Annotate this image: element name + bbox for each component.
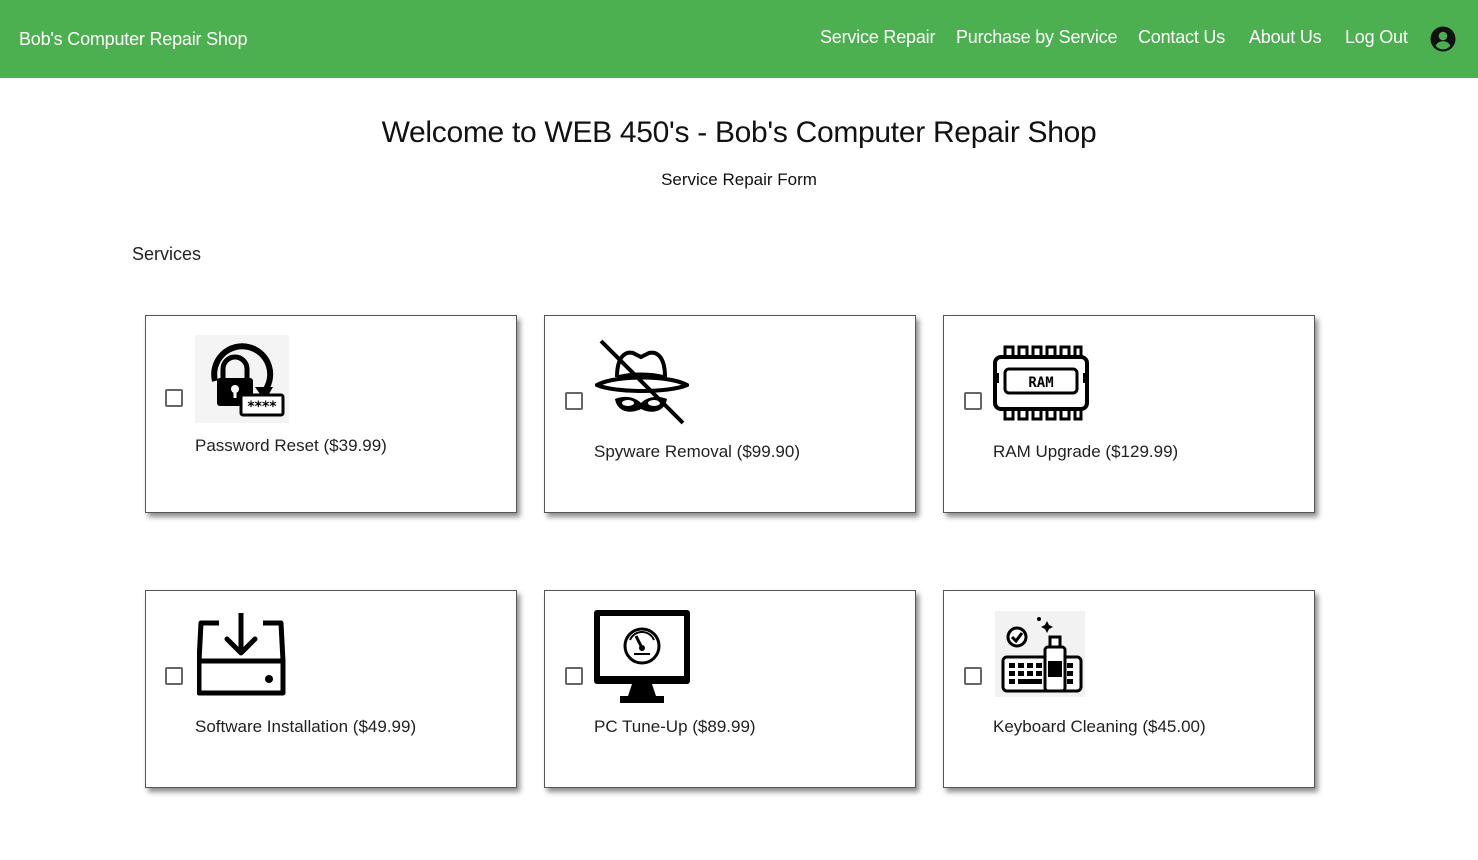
service-card-ram-upgrade: RAM RAM Upgrade ($129.99) [943, 315, 1315, 513]
top-navbar: Bob's Computer Repair Shop Service Repai… [0, 0, 1478, 78]
password-reset-label[interactable]: Password Reset ($39.99) [195, 436, 387, 456]
software-installation-checkbox[interactable] [165, 667, 183, 685]
password-reset-icon: **** [195, 335, 289, 428]
ram-upgrade-checkbox[interactable] [964, 392, 982, 410]
software-installation-label[interactable]: Software Installation ($49.99) [195, 717, 416, 737]
ram-icon-text: RAM [1028, 375, 1053, 391]
keyboard-cleaning-label[interactable]: Keyboard Cleaning ($45.00) [993, 717, 1206, 737]
account-circle-icon[interactable] [1430, 26, 1456, 52]
password-reset-checkbox[interactable] [165, 389, 183, 407]
nav-purchase-by-service[interactable]: Purchase by Service [956, 27, 1117, 48]
service-card-keyboard-cleaning: Keyboard Cleaning ($45.00) [943, 590, 1315, 788]
services-label: Services [132, 244, 202, 264]
spyware-removal-icon [592, 337, 692, 432]
ram-icon: RAM [993, 343, 1089, 428]
keyboard-cleaning-icon [995, 611, 1085, 702]
nav-contact-us[interactable]: Contact Us [1138, 27, 1225, 48]
service-card-pc-tune-up: PC Tune-Up ($89.99) [544, 590, 916, 788]
pc-tune-up-checkbox[interactable] [565, 667, 583, 685]
nav-service-repair[interactable]: Service Repair [820, 27, 935, 48]
brand-title[interactable]: Bob's Computer Repair Shop [19, 29, 248, 50]
pc-tune-up-label[interactable]: PC Tune-Up ($89.99) [594, 717, 756, 737]
software-download-icon [196, 613, 287, 702]
page-title: Welcome to WEB 450's - Bob's Computer Re… [381, 116, 1097, 149]
ram-upgrade-label[interactable]: RAM Upgrade ($129.99) [993, 442, 1178, 462]
service-card-spyware-removal: Spyware Removal ($99.90) [544, 315, 916, 513]
keyboard-cleaning-checkbox[interactable] [964, 667, 982, 685]
spyware-removal-label[interactable]: Spyware Removal ($99.90) [594, 442, 800, 462]
page-subtitle: Service Repair Form [661, 170, 817, 189]
spyware-removal-checkbox[interactable] [565, 392, 583, 410]
service-card-password-reset: **** Password Reset ($39.99) [145, 315, 517, 513]
svg-text:****: **** [247, 399, 277, 415]
pc-tune-up-icon [594, 610, 690, 709]
nav-about-us[interactable]: About Us [1249, 27, 1322, 48]
nav-log-out[interactable]: Log Out [1345, 27, 1408, 48]
service-card-software-installation: Software Installation ($49.99) [145, 590, 517, 788]
